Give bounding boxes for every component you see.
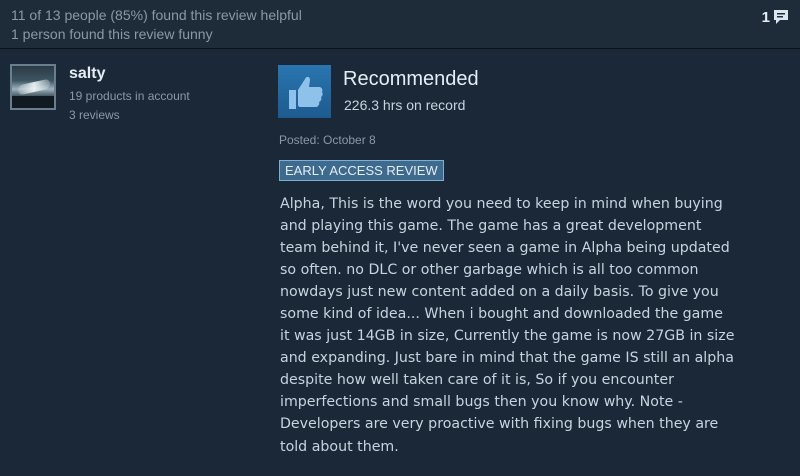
review-line: some kind of idea... When i bought and d… <box>280 306 723 323</box>
early-access-badge: EARLY ACCESS REVIEW <box>279 160 444 181</box>
review-line: imperfections and small bugs then you kn… <box>280 394 683 411</box>
author-reviews-link[interactable]: 3 reviews <box>69 108 120 122</box>
helpful-count-text: 11 of 13 people (85%) found this review … <box>11 7 302 23</box>
avatar[interactable] <box>10 64 56 110</box>
hours-on-record: 226.3 hrs on record <box>344 97 466 113</box>
review-line: nowdays just new content added on a dail… <box>280 284 719 301</box>
review-page: 11 of 13 people (85%) found this review … <box>0 0 800 476</box>
review-body: Alpha, This is the word you need to keep… <box>280 193 796 458</box>
review-line: and expanding. Just bare in mind that th… <box>280 350 734 367</box>
review-line: Developers are very proactive with fixin… <box>280 416 719 433</box>
comment-count: 1 <box>761 8 770 26</box>
speech-bubble-icon <box>772 8 790 26</box>
author-products-link[interactable]: 19 products in account <box>69 89 190 103</box>
posted-date: Posted: October 8 <box>279 133 376 147</box>
review-line: team behind it, I've never seen a game i… <box>280 240 730 257</box>
funny-count-text: 1 person found this review funny <box>11 26 213 42</box>
comment-count-button[interactable]: 1 <box>762 7 790 27</box>
thumbs-up-icon <box>278 65 331 118</box>
review-line: Alpha, This is the word you need to keep… <box>280 196 723 212</box>
review-line: it was just 14GB in size, Currently the … <box>280 328 735 345</box>
helpfulness-bar: 11 of 13 people (85%) found this review … <box>0 0 800 49</box>
review-line: despite how well taken care of it is, So… <box>280 372 674 389</box>
review-verdict: Recommended <box>343 68 479 90</box>
author-name[interactable]: salty <box>69 65 105 83</box>
review-line: and playing this game. The game has a gr… <box>280 218 702 235</box>
review-line: so often. no DLC or other garbage which … <box>280 262 699 279</box>
review-line: told about them. <box>280 438 399 455</box>
